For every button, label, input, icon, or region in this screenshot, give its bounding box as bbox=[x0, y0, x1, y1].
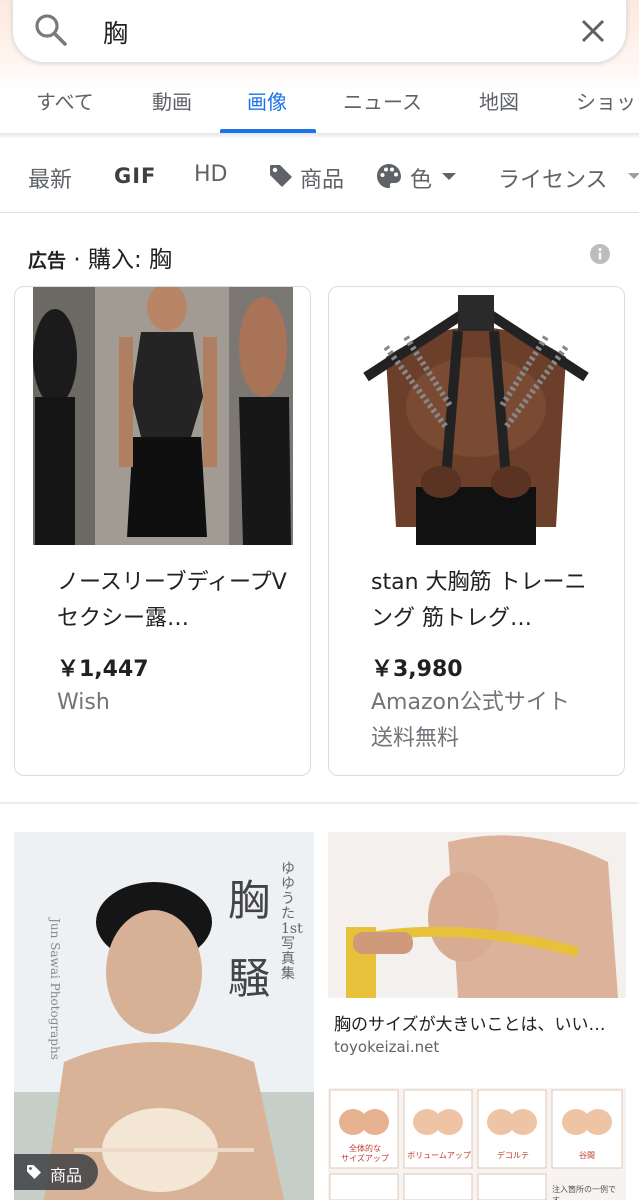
shipping-info: 送料無料 bbox=[371, 726, 460, 751]
tag-icon bbox=[27, 1165, 41, 1179]
palette-icon bbox=[377, 164, 401, 188]
merchant-name: Wish bbox=[57, 690, 110, 715]
product-price: ￥3,980 bbox=[371, 657, 463, 682]
diagram-label: 谷間 bbox=[579, 1151, 595, 1160]
filter-products[interactable]: 商品 bbox=[300, 162, 344, 194]
tab-videos[interactable]: 動画 bbox=[152, 86, 192, 115]
tabs-shadow bbox=[0, 133, 639, 139]
filter-gif[interactable]: GIF bbox=[114, 164, 156, 188]
image-result[interactable]: 胸 騒 ゆゆうた1st写真集 Jun Sawai Photographs bbox=[14, 832, 314, 1200]
search-bar[interactable]: 胸 bbox=[12, 0, 627, 63]
product-card[interactable]: stan 大胸筋 トレーニング 筋トレグ… ￥3,980 Amazon公式サイト… bbox=[328, 286, 625, 776]
chevron-down-icon bbox=[442, 173, 456, 180]
product-image[interactable] bbox=[346, 287, 606, 545]
filter-color[interactable]: 色 bbox=[410, 162, 432, 194]
diagram-label: 全体的な サイズアップ bbox=[341, 1144, 389, 1163]
info-icon[interactable] bbox=[589, 243, 611, 265]
ad-title: 購入: 胸 bbox=[87, 247, 173, 273]
ad-label: 広告 bbox=[28, 250, 67, 272]
diagram-label: デコルテ bbox=[497, 1151, 529, 1160]
product-title[interactable]: ノースリーブディープVセクシー露… bbox=[57, 565, 287, 637]
search-tabs: すべて 動画 画像 ニュース 地図 ショッ bbox=[0, 62, 639, 134]
ad-separator: · bbox=[73, 247, 81, 273]
image-result[interactable]: 全体的な サイズアップ ボリュームアップ デコルテ 谷間 注入箇所の一例です。 bbox=[328, 1088, 626, 1200]
result-image-title: 胸 騒 bbox=[228, 876, 271, 1003]
product-merchant: Amazon公式サイト 送料無料 bbox=[371, 685, 611, 757]
result-title[interactable]: 胸のサイズが大きいことは、いい… bbox=[334, 1010, 624, 1035]
section-divider bbox=[0, 802, 639, 804]
tab-shopping[interactable]: ショッ bbox=[576, 86, 639, 115]
product-title[interactable]: stan 大胸筋 トレーニング 筋トレグ… bbox=[371, 565, 601, 637]
result-image-subtitle: ゆゆうた1st写真集 bbox=[281, 861, 303, 982]
ad-section-header: 広告 · 購入: 胸 bbox=[28, 240, 172, 274]
filter-latest[interactable]: 最新 bbox=[28, 162, 72, 194]
search-query[interactable]: 胸 bbox=[103, 14, 128, 50]
close-icon[interactable] bbox=[578, 16, 608, 46]
product-image[interactable] bbox=[33, 287, 293, 545]
tag-icon bbox=[270, 165, 292, 187]
tab-news[interactable]: ニュース bbox=[343, 86, 422, 115]
diagram-label: ボリュームアップ bbox=[407, 1151, 471, 1160]
filter-bar: 最新 GIF HD 商品 色 ライセンス bbox=[0, 140, 639, 213]
search-icon[interactable] bbox=[33, 12, 69, 48]
product-badge-label: 商品 bbox=[50, 1166, 83, 1185]
product-price: ￥1,447 bbox=[57, 657, 149, 682]
result-domain[interactable]: toyokeizai.net bbox=[334, 1038, 439, 1056]
tab-all[interactable]: すべて bbox=[36, 86, 94, 115]
product-card[interactable]: ノースリーブディープVセクシー露… ￥1,447 Wish bbox=[14, 286, 311, 776]
diagram-note: 注入箇所の一例です。 bbox=[552, 1185, 616, 1200]
product-merchant: Wish bbox=[57, 685, 297, 721]
tab-images[interactable]: 画像 bbox=[247, 86, 287, 115]
result-image[interactable] bbox=[328, 832, 626, 998]
result-image-credit: Jun Sawai Photographs bbox=[47, 918, 62, 1060]
chevron-down-icon bbox=[628, 173, 639, 179]
image-result[interactable] bbox=[328, 832, 626, 998]
merchant-name: Amazon公式サイト bbox=[371, 690, 570, 715]
product-badge: 商品 bbox=[14, 1154, 98, 1190]
filter-hd[interactable]: HD bbox=[194, 162, 227, 187]
filter-license[interactable]: ライセンス bbox=[498, 162, 639, 194]
tab-maps[interactable]: 地図 bbox=[479, 86, 519, 115]
